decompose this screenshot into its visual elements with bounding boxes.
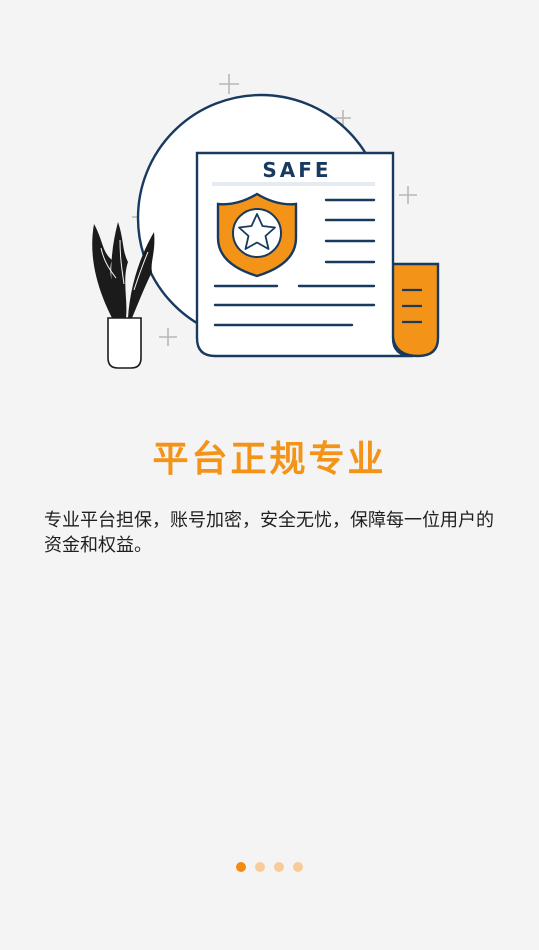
sparkle-icon (159, 328, 177, 346)
page-dot[interactable] (274, 862, 284, 872)
page-description: 专业平台担保，账号加密，安全无忧，保障每一位用户的资金和权益。 (44, 510, 494, 556)
page-dot[interactable] (236, 862, 246, 872)
page-indicator (0, 862, 539, 872)
shield-icon (216, 192, 298, 278)
safe-document-illustration: SAFE (0, 0, 539, 400)
page-title: 平台正规专业 (152, 439, 387, 480)
document-heading: SAFE (262, 158, 331, 182)
page-dot[interactable] (293, 862, 303, 872)
page-dot[interactable] (255, 862, 265, 872)
sparkle-icon (399, 186, 417, 204)
sparkle-icon (219, 74, 239, 94)
